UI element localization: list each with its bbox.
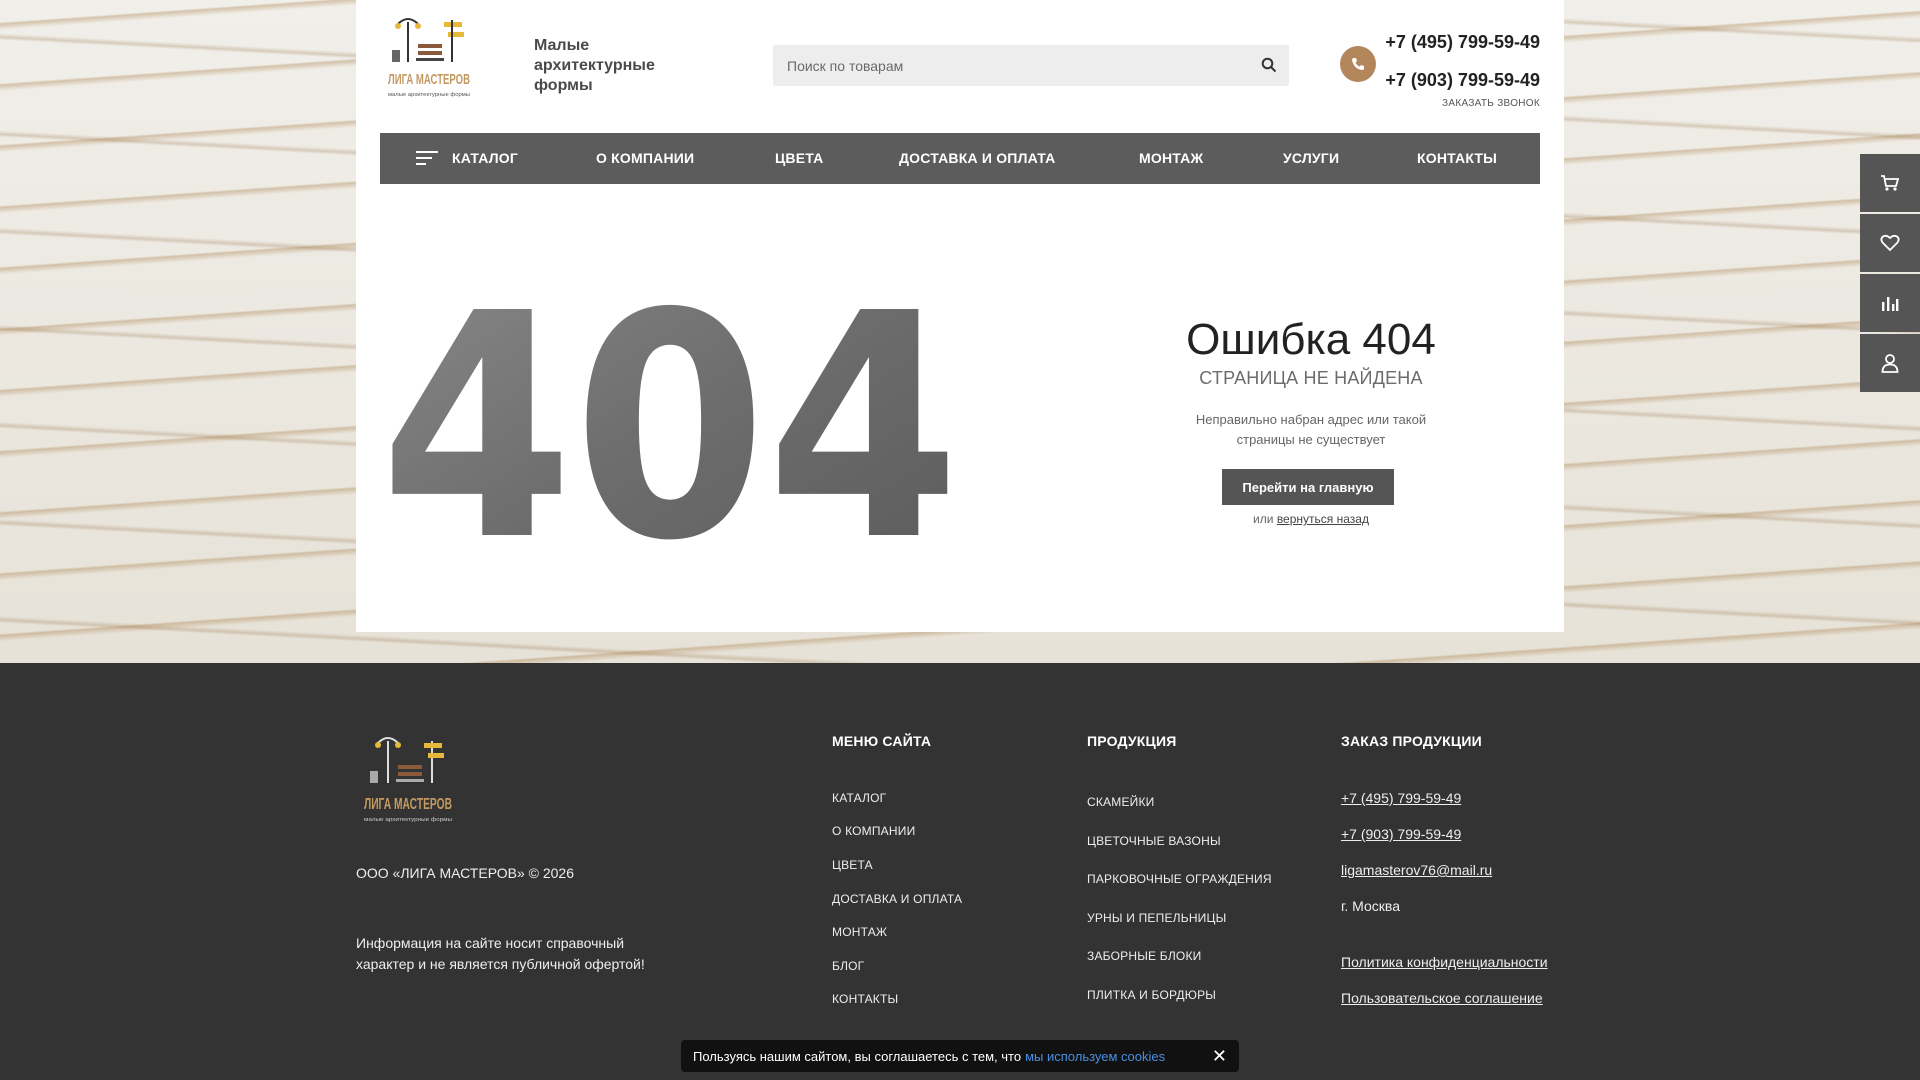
cart-icon <box>1881 175 1900 191</box>
svg-text:ЛИГА МАСТЕРОВ: ЛИГА МАСТЕРОВ <box>364 796 452 813</box>
footer-order-title: ЗАКАЗ ПРОДУКЦИИ <box>1341 733 1482 749</box>
footer-menu-title: МЕНЮ САЙТА <box>832 733 932 749</box>
footer-products-title: ПРОДУКЦИЯ <box>1087 733 1177 749</box>
footer-order-phone-1[interactable]: +7 (495) 799-59-49 <box>1341 790 1461 806</box>
footer-disclaimer: Информация на сайте носит справочный хар… <box>356 935 645 972</box>
footer-menu-about[interactable]: О КОМПАНИИ <box>832 824 915 838</box>
callback-link[interactable]: ЗАКАЗАТЬ ЗВОНОК <box>1442 98 1540 109</box>
nav-item-about[interactable]: О КОМПАНИИ <box>596 150 694 166</box>
account-button[interactable] <box>1860 334 1920 392</box>
cookie-text: Пользуясь нашим сайтом, вы соглашаетесь … <box>693 1048 1022 1064</box>
error-subtitle: СТРАНИЦА НЕ НАЙДЕНА <box>1199 368 1423 388</box>
error-title: Ошибка 404 <box>1186 315 1436 364</box>
header-phone-2[interactable]: +7 (903) 799-59-49 <box>1385 70 1540 91</box>
svg-text:малые архитектурные формы: малые архитектурные формы <box>364 817 453 823</box>
search-box <box>773 45 1289 86</box>
search-input[interactable] <box>773 45 1257 86</box>
compare-button[interactable] <box>1860 274 1920 332</box>
footer-agreement-link[interactable]: Пользовательское соглашение <box>1341 990 1543 1006</box>
footer-product-blocks[interactable]: ЗАБОРНЫЕ БЛОКИ <box>1087 949 1201 963</box>
cookie-notice: Пользуясь нашим сайтом, вы соглашаетесь … <box>681 1040 1239 1072</box>
footer-privacy-link[interactable]: Политика конфиденциальности <box>1341 954 1548 970</box>
phone-icon <box>1340 46 1376 82</box>
favorites-button[interactable] <box>1860 214 1920 272</box>
footer-order-email[interactable]: ligamasterov76@mail.ru <box>1341 862 1492 878</box>
cart-button[interactable] <box>1860 154 1920 212</box>
footer-menu-colors[interactable]: ЦВЕТА <box>832 858 873 872</box>
search-icon[interactable] <box>1261 57 1277 73</box>
nav-item-colors[interactable]: ЦВЕТА <box>775 150 823 166</box>
go-home-button[interactable]: Перейти на главную <box>1222 469 1394 505</box>
site-logo[interactable]: ЛИГА МАСТЕРОВ малые архитектурные формы <box>386 14 472 116</box>
nav-item-catalog[interactable]: КАТАЛОГ <box>452 150 518 166</box>
phone-handset-icon <box>1352 58 1364 70</box>
footer-order-phone-2[interactable]: +7 (903) 799-59-49 <box>1341 826 1461 842</box>
footer-order-city: г. Москва <box>1341 898 1400 914</box>
or-text: или <box>1253 512 1274 526</box>
footer-menu-catalog[interactable]: КАТАЛОГ <box>832 791 886 805</box>
error-description: Неправильно набран адрес или такой стран… <box>1195 412 1427 447</box>
footer-menu-blog[interactable]: БЛОГ <box>832 959 864 973</box>
footer-menu-contacts[interactable]: КОНТАКТЫ <box>832 992 898 1006</box>
main-navigation: КАТАЛОГ О КОМПАНИИ ЦВЕТА ДОСТАВКА И ОПЛА… <box>380 133 1540 184</box>
nav-item-installation[interactable]: МОНТАЖ <box>1139 150 1203 166</box>
cookie-link[interactable]: мы используем cookies <box>1025 1049 1165 1064</box>
main-card: ЛИГА МАСТЕРОВ малые архитектурные формы … <box>356 0 1564 632</box>
footer-product-fences[interactable]: ПАРКОВОЧНЫЕ ОГРАЖДЕНИЯ <box>1087 872 1272 886</box>
footer-product-tiles[interactable]: ПЛИТКА И БОРДЮРЫ <box>1087 988 1216 1002</box>
side-panel <box>1860 154 1920 394</box>
svg-text:404: 404 <box>380 300 960 550</box>
footer-logo[interactable]: ЛИГА МАСТЕРОВ малые архитектурные формы <box>362 733 454 837</box>
menu-icon[interactable] <box>416 151 438 165</box>
svg-text:ЛИГА МАСТЕРОВ: ЛИГА МАСТЕРОВ <box>388 71 470 88</box>
error-404-graphic: 404 <box>380 300 960 550</box>
svg-text:малые архитектурные формы: малые архитектурные формы <box>388 92 470 98</box>
heart-icon <box>1880 234 1900 252</box>
compare-icon <box>1882 297 1899 311</box>
footer-menu-installation[interactable]: МОНТАЖ <box>832 925 887 939</box>
footer-product-bins[interactable]: УРНЫ И ПЕПЕЛЬНИЦЫ <box>1087 911 1226 925</box>
nav-item-contacts[interactable]: КОНТАКТЫ <box>1417 150 1497 166</box>
site-tagline: Малые архитектурные формы <box>534 37 655 94</box>
footer: ЛИГА МАСТЕРОВ малые архитектурные формы … <box>0 663 1920 1080</box>
header-phone-1[interactable]: +7 (495) 799-59-49 <box>1385 32 1540 53</box>
footer-copyright: ООО «ЛИГА МАСТЕРОВ» © 2026 <box>356 865 574 881</box>
close-icon[interactable]: ✕ <box>1212 1046 1227 1067</box>
user-icon <box>1881 354 1899 373</box>
footer-menu-delivery[interactable]: ДОСТАВКА И ОПЛАТА <box>832 892 962 906</box>
footer-product-benches[interactable]: СКАМЕЙКИ <box>1087 795 1155 809</box>
go-back-link[interactable]: вернуться назад <box>1277 512 1369 526</box>
footer-product-vases[interactable]: ЦВЕТОЧНЫЕ ВАЗОНЫ <box>1087 834 1221 848</box>
back-line: или вернуться назад <box>1166 512 1456 526</box>
nav-item-delivery[interactable]: ДОСТАВКА И ОПЛАТА <box>899 150 1055 166</box>
nav-item-services[interactable]: УСЛУГИ <box>1283 150 1339 166</box>
